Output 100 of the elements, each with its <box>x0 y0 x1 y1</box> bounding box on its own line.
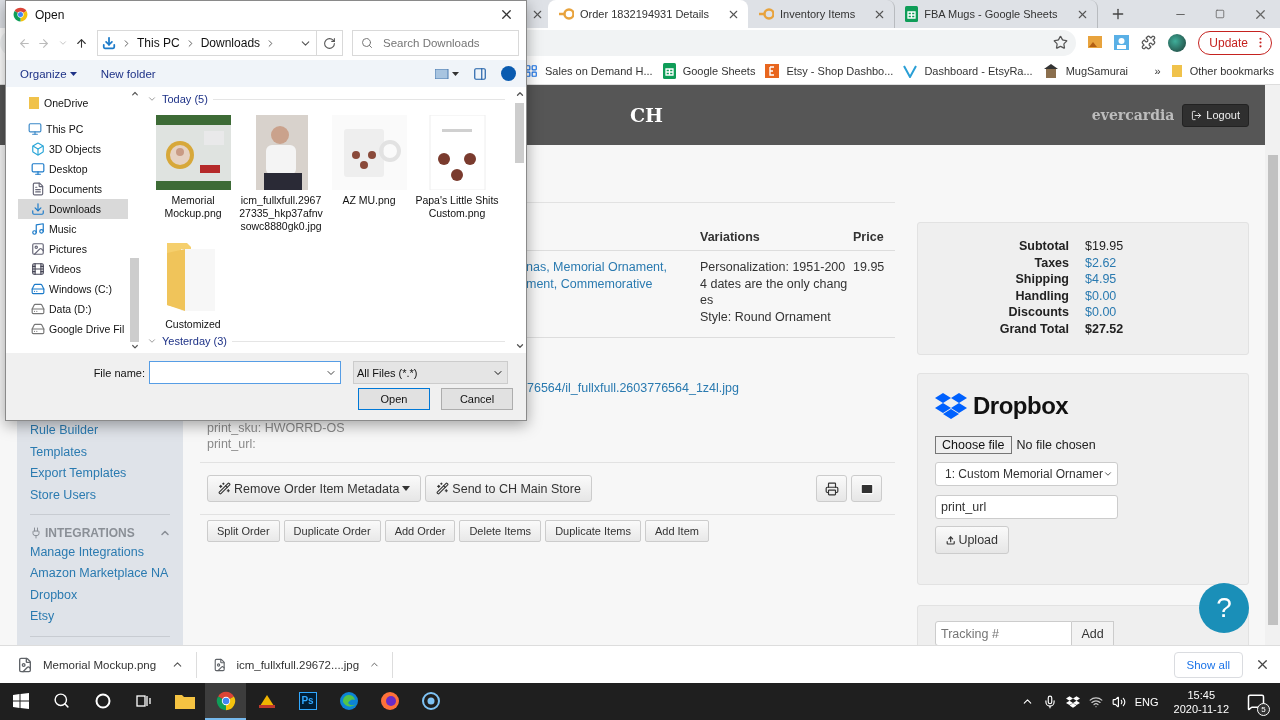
record-icon[interactable] <box>420 690 441 711</box>
sidebar-link[interactable]: Store Users <box>30 484 183 507</box>
star-icon[interactable] <box>1053 35 1069 50</box>
nav-item[interactable]: Videos <box>18 259 128 279</box>
task-view-icon[interactable] <box>134 692 153 709</box>
refresh-button[interactable] <box>317 30 343 56</box>
sidebar-link[interactable]: Export Templates <box>30 463 183 485</box>
file-name[interactable]: Customized <box>150 318 236 331</box>
action-button[interactable]: Remove Order Item Metadata <box>207 475 422 503</box>
add-button[interactable]: Add <box>1072 621 1114 645</box>
open-button[interactable]: Open <box>358 388 430 410</box>
volume-icon[interactable] <box>1111 694 1126 709</box>
swirl-icon[interactable] <box>338 690 359 711</box>
file-name[interactable]: icm_fullxfull.296727335_hkp37afnvsowc8880gk0.jpg <box>238 194 324 233</box>
file-type-select[interactable]: All Files (*.*) <box>353 361 508 384</box>
nav-item[interactable]: Pictures <box>18 239 128 259</box>
order-button[interactable]: Duplicate Order <box>283 520 381 543</box>
total-link[interactable]: $0.00 <box>1085 287 1231 305</box>
search-field[interactable]: Search Downloads <box>352 30 519 56</box>
scroll-up-icon[interactable] <box>514 89 525 99</box>
sidebar-link[interactable]: Dropbox <box>30 584 183 607</box>
browser-tab[interactable]: Order 1832194931 Details <box>548 0 749 28</box>
language-indicator[interactable]: ENG <box>1134 695 1159 708</box>
photoshop-icon[interactable]: Ps <box>298 691 317 710</box>
order-button[interactable]: Add Order <box>384 520 456 543</box>
nav-item[interactable]: Windows (C:) <box>18 279 128 299</box>
boxes-icon[interactable] <box>1065 695 1080 708</box>
address-field[interactable]: This PC Downloads <box>97 30 317 56</box>
preview-pane-icon[interactable] <box>473 66 487 81</box>
product-link[interactable]: nas, Memorial Ornament, <box>526 259 700 276</box>
logout-button[interactable]: Logout <box>1182 103 1249 127</box>
bookmark-folder[interactable]: Other bookmarks <box>1170 63 1274 78</box>
folder-icon[interactable] <box>174 692 195 709</box>
upload-button[interactable]: Upload <box>935 526 1009 554</box>
bookmark[interactable]: MugSamurai <box>1042 63 1128 78</box>
scroll-thumb[interactable] <box>130 258 139 342</box>
view-icon[interactable] <box>435 68 459 79</box>
file-name[interactable]: AZ MU.png <box>326 194 412 207</box>
download-item[interactable]: icm_fullxfull.29672....jpg <box>213 651 393 678</box>
nav-item[interactable]: Google Drive Fil <box>18 319 128 339</box>
file-name-field[interactable] <box>149 361 341 384</box>
new-folder-button[interactable]: New folder <box>100 67 156 80</box>
breadcrumb[interactable]: This PC <box>137 36 180 50</box>
breadcrumb[interactable]: Downloads <box>200 36 261 50</box>
search-icon[interactable] <box>53 692 70 709</box>
ring-icon[interactable] <box>94 692 111 709</box>
total-link[interactable]: $4.95 <box>1085 271 1231 288</box>
cancel-button[interactable]: Cancel <box>441 388 513 410</box>
file-name[interactable]: Memorial Mockup.png <box>150 194 236 220</box>
download-item[interactable]: Memorial Mockup.png <box>17 651 197 678</box>
bookmark[interactable]: Dashboard - EtsyRa... <box>903 63 1033 78</box>
order-button[interactable]: Add Item <box>644 520 709 543</box>
wifi-icon[interactable] <box>1088 694 1103 709</box>
choose-file-button[interactable]: Choose file <box>935 436 1012 454</box>
order-button[interactable]: Duplicate Items <box>545 520 641 543</box>
group-header[interactable]: Yesterday (3) <box>162 335 228 347</box>
scrollbar[interactable] <box>1265 85 1280 645</box>
image-icon[interactable] <box>1088 35 1103 50</box>
nav-item[interactable]: Music <box>18 219 128 239</box>
bookmark[interactable]: Google Sheets <box>662 62 756 79</box>
clock[interactable]: 15:45 2020-11-12 <box>1173 687 1229 716</box>
sidebar-link[interactable]: Templates <box>30 441 183 464</box>
nav-item[interactable]: OneDrive <box>18 93 128 113</box>
sidebar-link[interactable]: Amazon Marketplace NA <box>30 563 183 585</box>
nav-item[interactable]: 3D Objects <box>18 139 128 159</box>
show-all-button[interactable]: Show all <box>1173 651 1243 678</box>
total-link[interactable]: $0.00 <box>1085 304 1231 321</box>
nav-item[interactable]: Documents <box>18 179 128 199</box>
sidebar-link[interactable]: Rule Builder <box>30 420 183 442</box>
windows-logo-icon[interactable] <box>12 692 29 709</box>
order-button[interactable]: Delete Items <box>459 520 542 543</box>
email-button[interactable] <box>851 475 882 503</box>
total-link[interactable]: $2.62 <box>1085 254 1231 272</box>
nav-item[interactable]: Downloads <box>18 199 128 219</box>
scroll-down-icon[interactable] <box>514 341 525 351</box>
action-button[interactable]: Send to CH Main Store <box>425 475 592 503</box>
microphone-icon[interactable] <box>1042 694 1057 709</box>
avatar[interactable] <box>1168 33 1187 52</box>
update-button[interactable]: Update <box>1198 30 1272 55</box>
nav-item[interactable]: Desktop <box>18 159 128 179</box>
group-header[interactable]: Today (5) <box>162 93 208 105</box>
sidebar-link[interactable]: Etsy <box>30 606 183 629</box>
order-button[interactable]: Split Order <box>207 520 280 543</box>
tracking-field[interactable]: Tracking # <box>935 621 1072 645</box>
nav-item[interactable]: Data (D:) <box>18 299 128 319</box>
puzzle-icon[interactable] <box>1141 35 1157 50</box>
nav-item[interactable]: This PC <box>18 119 128 139</box>
close-icon[interactable] <box>1255 657 1270 672</box>
fox-globe-icon[interactable] <box>379 690 400 711</box>
scroll-thumb[interactable] <box>515 103 524 163</box>
scroll-thumb[interactable] <box>1267 155 1278 625</box>
bookmark[interactable]: Etsy - Shop Dashbo... <box>765 63 894 78</box>
organize-menu[interactable]: Organize <box>20 67 77 80</box>
print-button[interactable] <box>816 475 847 503</box>
file-name[interactable]: Papa's Little Shits Custom.png <box>414 194 500 220</box>
product-link[interactable]: ment, Commemorative <box>526 275 700 293</box>
item-select[interactable]: 1: Custom Memorial Ornamer <box>935 462 1118 486</box>
metadata-field[interactable]: print_url <box>935 495 1118 519</box>
up-icon[interactable] <box>75 36 88 50</box>
more-bookmarks[interactable]: » <box>1154 64 1161 77</box>
